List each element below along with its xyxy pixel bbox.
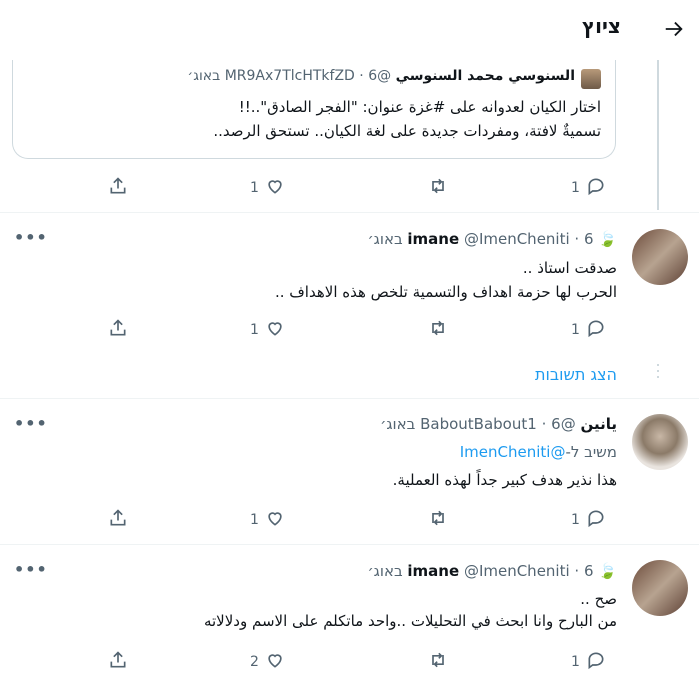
tweet-text-line: الحرب لها حزمة اهداف والتسمية تلخص هذه ا… (274, 283, 617, 301)
tweet-text-line: صدقت استاذ .. (522, 259, 617, 277)
quoted-text-line: اختار الكيان لعدوانه على #غزة عنوان: "ال… (238, 98, 601, 116)
replying-to: משיב ל-@ImenCheniti (460, 443, 617, 461)
retweet-icon (428, 650, 448, 674)
tweet-header: 🍃 imane @ImenCheniti · 6 באוג׳ (367, 562, 617, 580)
retweet-button[interactable] (428, 318, 448, 342)
reply-count: 1 (571, 322, 580, 338)
reply-count: 1 (571, 512, 580, 528)
author-name[interactable]: imane (407, 562, 459, 580)
tweet-actions: 1 1 (0, 176, 699, 198)
reply-button[interactable]: 1 (571, 650, 606, 674)
like-button[interactable]: 1 (250, 508, 285, 532)
author-name: السنوسي محمد السنوسي (395, 68, 575, 84)
avatar[interactable] (632, 560, 688, 616)
retweet-button[interactable] (428, 650, 448, 674)
like-button[interactable]: 1 (250, 318, 285, 342)
quoted-text-line: تسميةٌ لافتة، ومفردات جديدة على لغة الكي… (213, 122, 601, 140)
leaf-icon: 🍃 (598, 230, 617, 248)
share-button[interactable] (108, 176, 128, 200)
reply-icon (586, 508, 606, 532)
tweet-text-line: من البارح وانا ابحث في التحليلات ..واحد … (203, 612, 617, 630)
replying-to-handle[interactable]: @ImenCheniti (460, 443, 566, 461)
separator: · (541, 415, 547, 433)
avatar (581, 69, 601, 89)
retweet-icon (428, 508, 448, 532)
like-count: 2 (250, 654, 259, 670)
share-button[interactable] (108, 508, 128, 532)
heart-icon (265, 508, 285, 532)
tweet-actions: 1 1 (0, 508, 699, 530)
reply-button[interactable]: 1 (571, 508, 606, 532)
divider (0, 212, 699, 213)
more-icon[interactable]: ••• (14, 414, 48, 433)
author-name[interactable]: يانين (580, 415, 617, 433)
author-handle[interactable]: @ImenCheniti (464, 562, 570, 580)
author-name[interactable]: imane (407, 230, 459, 248)
reply-button[interactable]: 1 (571, 318, 606, 342)
separator: · (574, 230, 580, 248)
separator: · (359, 68, 364, 84)
quoted-tweet-card[interactable]: السنوسي محمد السنوسي @MR9Ax7TlcHTkfZD · … (12, 60, 616, 159)
share-icon (108, 318, 128, 342)
reply-count: 1 (571, 180, 580, 196)
reply-button[interactable]: 1 (571, 176, 606, 200)
page-title: ציוץ (581, 14, 621, 38)
author-handle[interactable]: @ImenCheniti (464, 230, 570, 248)
retweet-button[interactable] (428, 176, 448, 200)
reply-count: 1 (571, 654, 580, 670)
tweet-text-line: صح .. (580, 590, 617, 608)
avatar[interactable] (632, 414, 688, 470)
replying-to-prefix: משיב ל- (565, 443, 617, 461)
like-button[interactable]: 2 (250, 650, 285, 674)
retweet-icon (428, 318, 448, 342)
heart-icon (265, 318, 285, 342)
tweet-header: 🍃 imane @ImenCheniti · 6 באוג׳ (367, 230, 617, 248)
divider (0, 398, 699, 399)
share-icon (108, 176, 128, 200)
thread-dots (657, 364, 659, 382)
quoted-tweet-header: السنوسي محمد السنوسي @MR9Ax7TlcHTkfZD · … (187, 68, 575, 84)
share-icon (108, 650, 128, 674)
tweet-header: يانين @BaboutBabout1 · 6 באוג׳ (380, 415, 617, 433)
leaf-icon: 🍃 (598, 562, 617, 580)
reply-icon (586, 318, 606, 342)
heart-icon (265, 650, 285, 674)
like-count: 1 (250, 512, 259, 528)
avatar[interactable] (632, 229, 688, 285)
show-replies-link[interactable]: הצג תשובות (535, 365, 617, 384)
like-count: 1 (250, 322, 259, 338)
more-icon[interactable]: ••• (14, 560, 48, 579)
reply-icon (586, 176, 606, 200)
more-icon[interactable]: ••• (14, 228, 48, 247)
like-button[interactable]: 1 (250, 176, 285, 200)
arrow-right-icon[interactable] (663, 18, 685, 40)
heart-icon (265, 176, 285, 200)
tweet-text-line: هذا نذير هدف كبير جداً لهذه العملية. (392, 471, 617, 489)
like-count: 1 (250, 180, 259, 196)
tweet-actions: 2 1 (0, 650, 699, 672)
share-icon (108, 508, 128, 532)
divider (0, 544, 699, 545)
separator: · (574, 562, 580, 580)
retweet-button[interactable] (428, 508, 448, 532)
retweet-icon (428, 176, 448, 200)
tweet-actions: 1 1 (0, 318, 699, 340)
reply-icon (586, 650, 606, 674)
author-handle: @MR9Ax7TlcHTkfZD (224, 68, 392, 84)
share-button[interactable] (108, 650, 128, 674)
share-button[interactable] (108, 318, 128, 342)
